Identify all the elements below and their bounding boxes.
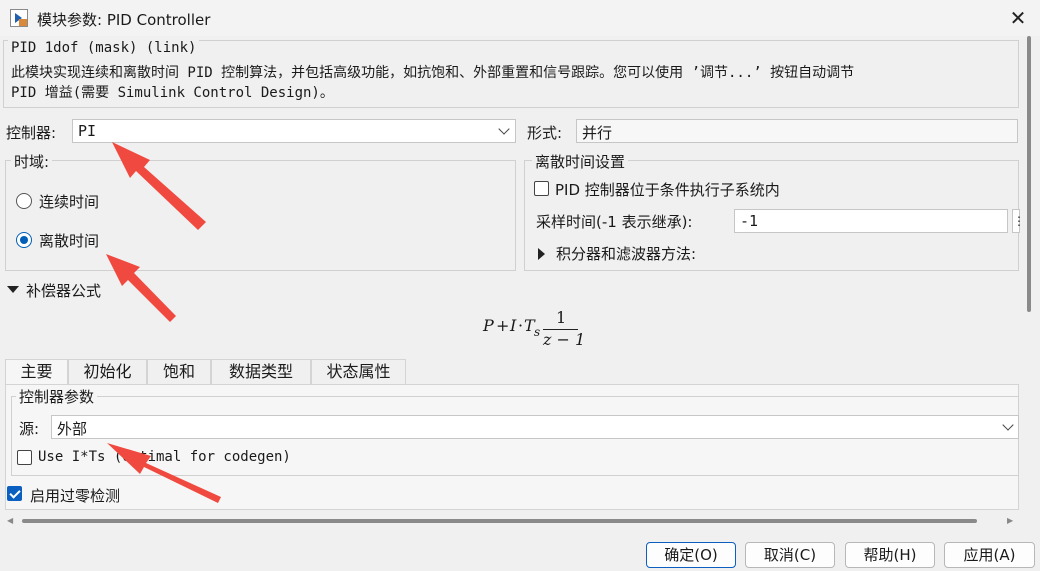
annotation-arrow-source xyxy=(107,443,221,503)
annotation-arrow-time-domain xyxy=(106,254,176,322)
annotation-arrows xyxy=(106,142,221,503)
annotation-arrow-controller xyxy=(112,142,206,230)
